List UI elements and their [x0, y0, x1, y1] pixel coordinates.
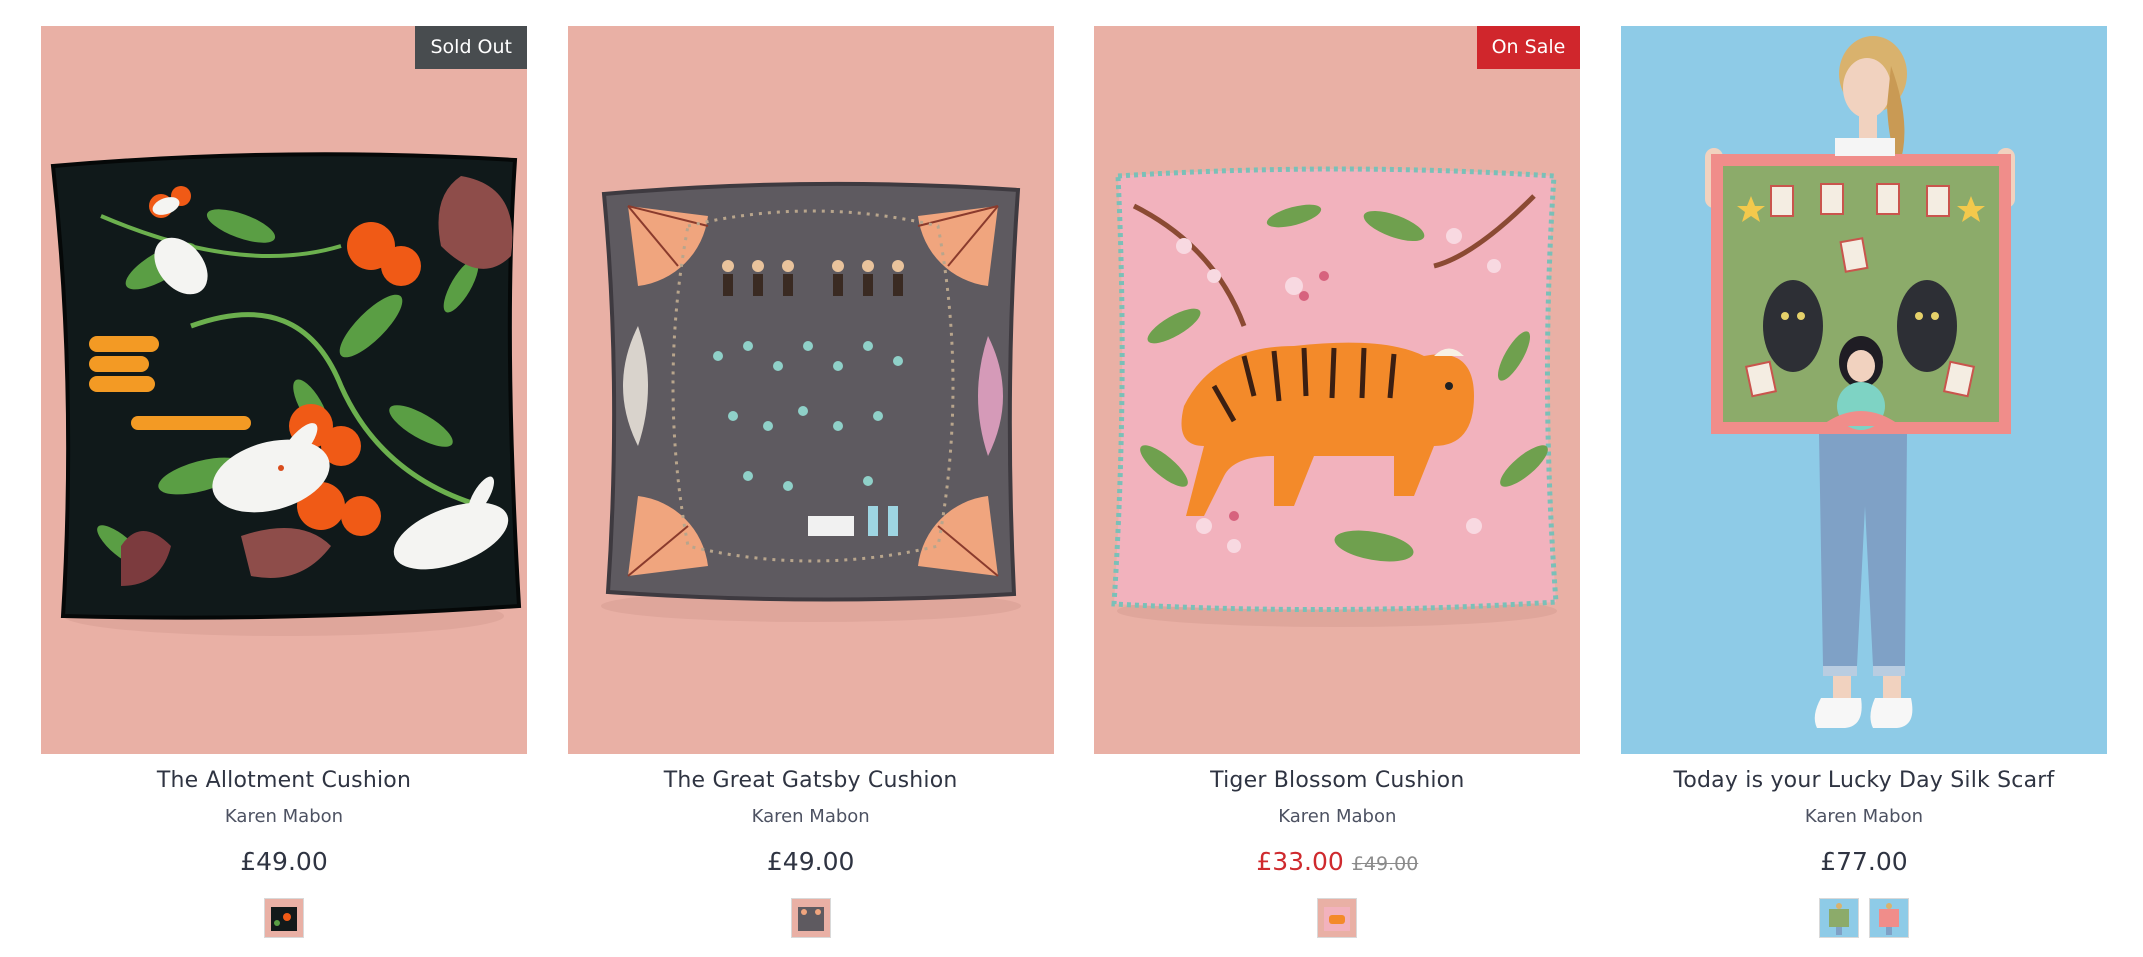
price-row: £33.00 £49.00: [1256, 847, 1418, 876]
cushion-allotment-image: [41, 26, 527, 754]
product-card: Today is your Lucky Day Silk Scarf Karen…: [1620, 26, 2107, 938]
variant-swatch[interactable]: [264, 898, 304, 938]
product-price: £49.00: [240, 847, 328, 876]
cushion-gatsby-image: [567, 26, 1054, 754]
product-vendor[interactable]: Karen Mabon: [1278, 806, 1396, 827]
variant-swatch[interactable]: [1317, 898, 1358, 938]
product-vendor[interactable]: Karen Mabon: [752, 806, 870, 827]
product-title[interactable]: The Allotment Cushion: [157, 768, 411, 793]
sale-price: £33.00: [1256, 847, 1344, 876]
variant-swatches: [790, 898, 831, 938]
compare-at-price: £49.00: [1351, 853, 1419, 875]
product-title[interactable]: Today is your Lucky Day Silk Scarf: [1673, 768, 2054, 793]
on-sale-badge: On Sale: [1476, 26, 1581, 69]
product-vendor[interactable]: Karen Mabon: [225, 806, 343, 827]
product-price: £49.00: [766, 847, 855, 876]
variant-swatches: [1818, 898, 1909, 938]
product-card: The Great Gatsby Cushion Karen Mabon £49…: [567, 26, 1054, 938]
price-row: £77.00: [1820, 847, 1907, 876]
product-grid: Sold Out The Allotment Cushion Karen Mab…: [41, 26, 2107, 938]
variant-swatches: [1317, 898, 1358, 938]
cushion-tiger-image: [1094, 26, 1581, 754]
price-row: £49.00: [767, 847, 854, 876]
product-image-link[interactable]: [1620, 26, 2107, 754]
price-row: £49.00: [240, 847, 327, 876]
product-image-link[interactable]: Sold Out: [41, 26, 527, 754]
product-vendor[interactable]: Karen Mabon: [1805, 806, 1923, 827]
sold-out-badge: Sold Out: [415, 26, 527, 69]
product-card: On Sale Tiger Blossom Cushion Karen Mabo…: [1094, 26, 1581, 938]
product-card: Sold Out The Allotment Cushion Karen Mab…: [41, 26, 527, 938]
variant-swatch[interactable]: [1868, 898, 1909, 938]
variant-swatch[interactable]: [790, 898, 831, 938]
scarf-lucky-day-image: [1620, 26, 2107, 754]
product-title[interactable]: Tiger Blossom Cushion: [1210, 768, 1464, 793]
product-image-link[interactable]: On Sale: [1094, 26, 1581, 754]
product-price: £77.00: [1820, 847, 1908, 876]
variant-swatch[interactable]: [1818, 898, 1859, 938]
product-image-link[interactable]: [567, 26, 1054, 754]
product-title[interactable]: The Great Gatsby Cushion: [664, 768, 958, 793]
variant-swatches: [264, 898, 304, 938]
